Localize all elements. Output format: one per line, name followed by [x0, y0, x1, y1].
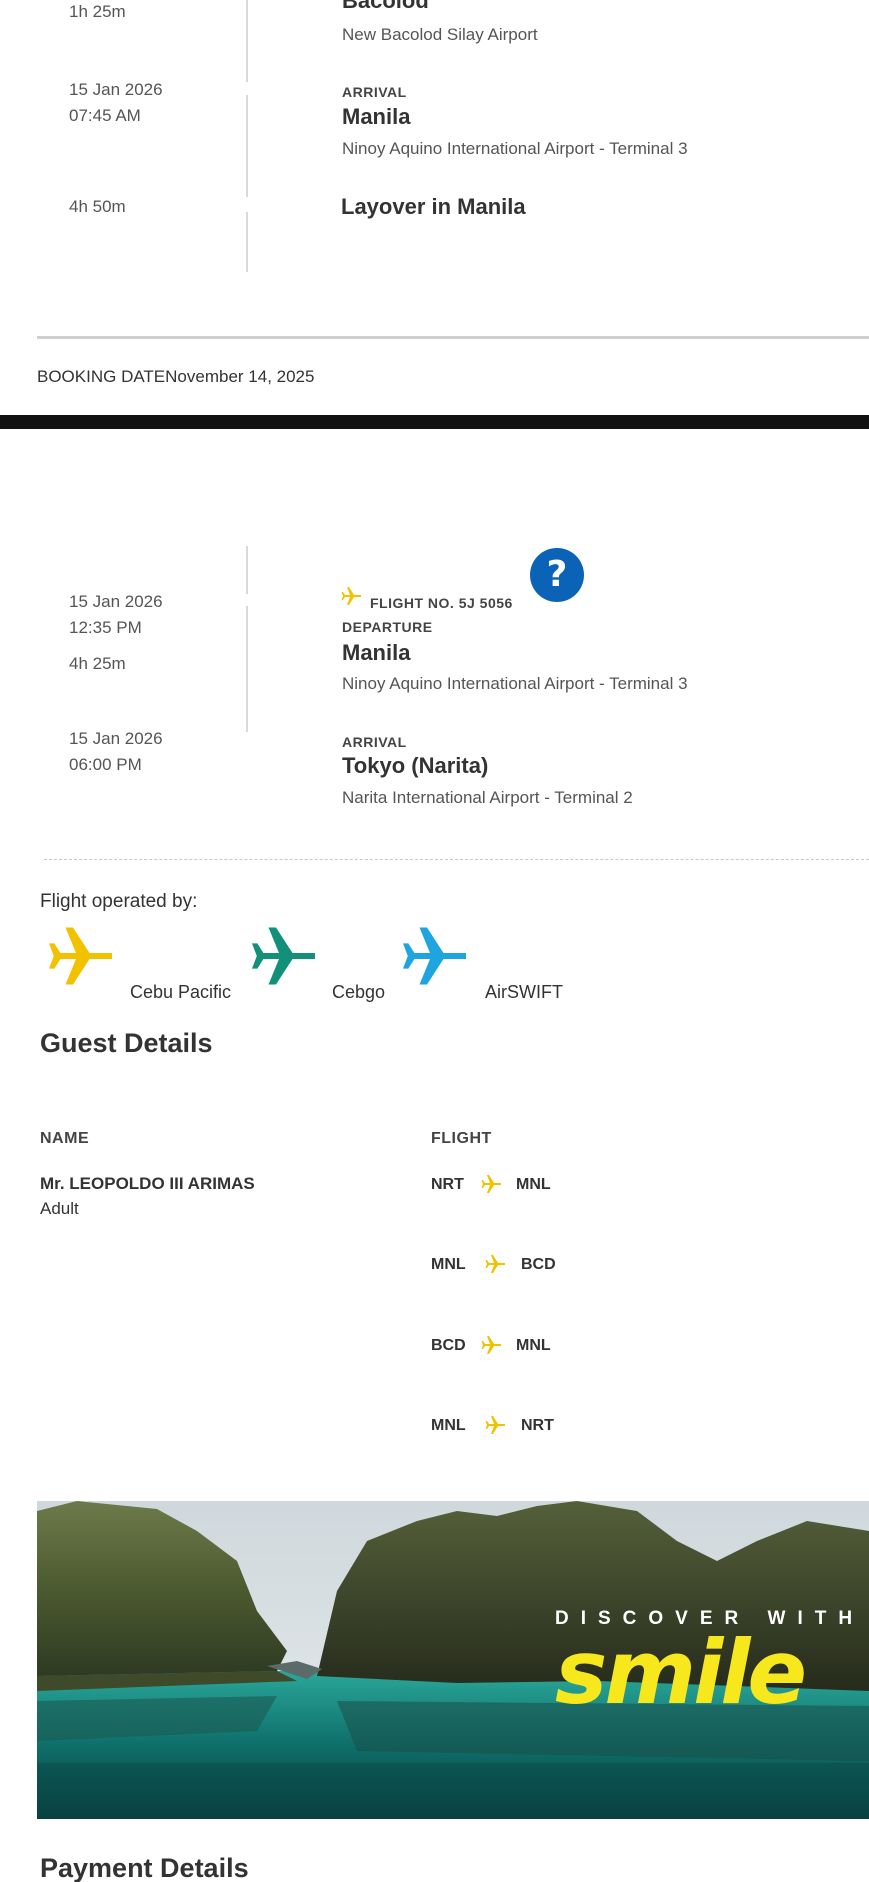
- segment1-arrival-time: 07:45 AM: [69, 106, 141, 125]
- segment2-departure-airport: Ninoy Aquino International Airport - Ter…: [342, 674, 688, 693]
- route-origin: MNL: [431, 1256, 466, 1273]
- promo-banner[interactable]: DISCOVER WITH smile: [37, 1501, 869, 1819]
- route-row: MNL BCD: [431, 1252, 631, 1278]
- black-separator-bar: [0, 415, 869, 429]
- plane-icon: [481, 1175, 501, 1193]
- route-destination: MNL: [516, 1337, 551, 1354]
- plane-icon: [341, 587, 361, 605]
- route-origin: NRT: [431, 1176, 464, 1193]
- segment1-arrival-date: 15 Jan 2026: [69, 80, 163, 99]
- timeline-divider: [246, 212, 248, 272]
- section-divider: [37, 336, 869, 339]
- segment2-departure-city: Manila: [342, 640, 411, 665]
- carrier-name: Cebgo: [332, 982, 386, 1002]
- flight-column-header: FLIGHT: [431, 1130, 492, 1147]
- timeline-divider: [246, 546, 248, 594]
- segment2-arrival-date: 15 Jan 2026: [69, 729, 163, 748]
- banner-brand-logo: smile: [555, 1621, 807, 1724]
- name-column-header: NAME: [40, 1130, 90, 1147]
- route-row: NRT MNL: [431, 1172, 631, 1198]
- plane-icon: [481, 1336, 501, 1354]
- segment1-arrival-city: Manila: [342, 104, 411, 129]
- segment1-duration: 1h 25m: [69, 2, 126, 21]
- cebu-pacific-plane-icon: [49, 927, 112, 985]
- booking-date: BOOKING DATENovember 14, 2025: [37, 367, 314, 387]
- help-icon[interactable]: ?: [530, 548, 584, 602]
- segment2-flight-number: FLIGHT NO. 5J 5056: [370, 595, 513, 611]
- booking-date-label: BOOKING DATE: [37, 367, 166, 386]
- plane-icon: [485, 1255, 505, 1273]
- layover-duration: 4h 50m: [69, 197, 126, 216]
- guest-details-title: Guest Details: [40, 1028, 213, 1058]
- segment2-arrival-airport: Narita International Airport - Terminal …: [342, 788, 633, 807]
- booking-date-value: November 14, 2025: [165, 367, 315, 386]
- route-destination: MNL: [516, 1176, 551, 1193]
- guest-type: Adult: [40, 1199, 79, 1218]
- carrier-name: AirSWIFT: [485, 982, 563, 1002]
- segment2-arrival-city: Tokyo (Narita): [342, 753, 489, 778]
- segment2-arrival-label: ARRIVAL: [342, 734, 407, 750]
- route-origin: MNL: [431, 1417, 466, 1434]
- route-origin: BCD: [431, 1337, 466, 1354]
- segment2-arrival-time: 06:00 PM: [69, 755, 142, 774]
- layover-text: Layover in Manila: [341, 194, 526, 219]
- segment1-arrival-label: ARRIVAL: [342, 84, 407, 100]
- segment1-departure-city: Bacolod: [342, 0, 429, 13]
- segment2-departure-date: 15 Jan 2026: [69, 592, 163, 611]
- route-destination: NRT: [521, 1417, 554, 1434]
- segment2-departure-label: DEPARTURE: [342, 619, 433, 635]
- route-row: BCD MNL: [431, 1333, 631, 1359]
- timeline-divider: [246, 0, 248, 82]
- segment2-departure-time: 12:35 PM: [69, 618, 142, 637]
- route-destination: BCD: [521, 1256, 556, 1273]
- dashed-divider: [44, 859, 869, 860]
- timeline-divider: [246, 95, 248, 197]
- payment-details-title: Payment Details: [40, 1853, 249, 1882]
- guest-name: Mr. LEOPOLDO III ARIMAS: [40, 1174, 255, 1193]
- segment1-departure-airport: New Bacolod Silay Airport: [342, 25, 538, 44]
- airswift-plane-icon: [403, 927, 466, 985]
- plane-icon: [485, 1416, 505, 1434]
- timeline-divider: [246, 606, 248, 732]
- operated-by-label: Flight operated by:: [40, 891, 198, 912]
- cebgo-plane-icon: [252, 927, 315, 985]
- segment2-duration: 4h 25m: [69, 654, 126, 673]
- route-row: MNL NRT: [431, 1413, 631, 1439]
- segment1-arrival-airport: Ninoy Aquino International Airport - Ter…: [342, 139, 688, 158]
- carrier-name: Cebu Pacific: [130, 982, 232, 1002]
